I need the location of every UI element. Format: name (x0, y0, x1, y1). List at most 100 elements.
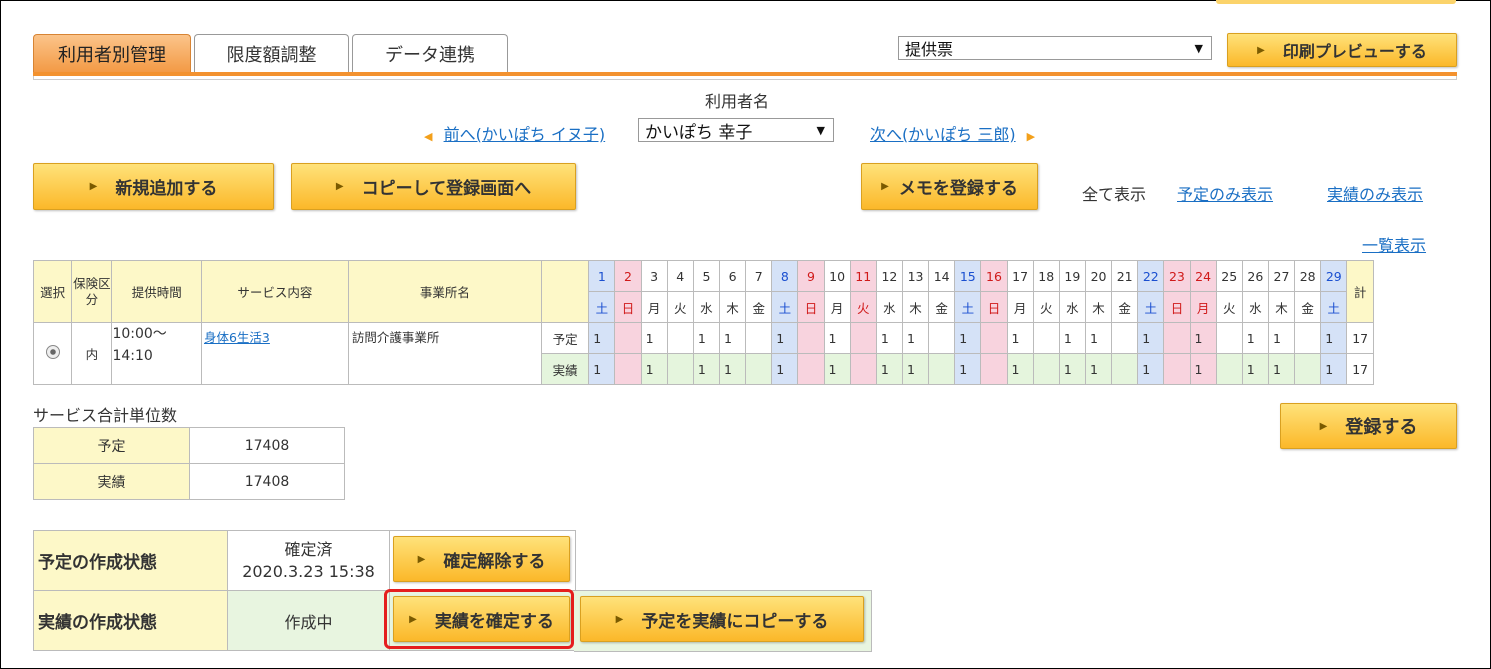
plan-only-filter[interactable]: 予定のみ表示 (1177, 181, 1273, 205)
tab-limit-adjust[interactable]: 限度額調整 (194, 34, 349, 72)
summary-plan-label: 予定 (33, 427, 190, 464)
actual-day-cell[interactable] (797, 353, 825, 385)
plan-day-cell[interactable] (849, 322, 877, 354)
actual-only-filter[interactable]: 実績のみ表示 (1327, 181, 1423, 205)
actual-day-cell[interactable]: 1 (1084, 353, 1113, 385)
plan-day-cell[interactable]: 1 (1058, 322, 1086, 354)
actual-day-cell[interactable] (1215, 353, 1243, 385)
print-type-select[interactable]: 提供票 ▼ (898, 36, 1212, 60)
actual-day-cell[interactable] (928, 353, 956, 385)
plan-day-cell[interactable] (745, 322, 773, 354)
day-number: 8 (771, 260, 799, 292)
next-user-link[interactable]: 次へ(かいぽち 三郎) (870, 125, 1016, 144)
list-view-link[interactable]: 一覧表示 (1362, 232, 1426, 256)
plan-day-cell[interactable]: 1 (1137, 322, 1165, 354)
show-all-filter[interactable]: 全て表示 (1082, 181, 1146, 205)
weekday-label: 日 (980, 291, 1008, 323)
user-select[interactable]: かいぽち 幸子 ▼ (638, 118, 834, 143)
row-plan-total: 17 (1346, 322, 1374, 354)
tab-user-management[interactable]: 利用者別管理 (33, 34, 191, 72)
actual-day-cell[interactable] (1163, 353, 1191, 385)
plan-day-cell[interactable] (980, 322, 1008, 354)
weekday-label: 木 (718, 291, 747, 323)
actual-day-cell[interactable]: 1 (901, 353, 930, 385)
actual-day-cell[interactable]: 1 (1241, 353, 1269, 385)
actual-day-cell[interactable] (666, 353, 694, 385)
row-service-link[interactable]: 身体6生活3 (204, 330, 270, 345)
actual-status-label: 実績の作成状態 (33, 590, 228, 651)
plan-day-cell[interactable] (797, 322, 825, 354)
plan-day-cell[interactable] (928, 322, 956, 354)
plan-day-cell[interactable] (1111, 322, 1139, 354)
weekday-label: 土 (588, 291, 616, 323)
copy-register-button[interactable]: ▶ コピーして登録画面へ (291, 163, 576, 210)
plan-day-cell[interactable]: 1 (718, 322, 747, 354)
plan-day-cell[interactable] (1032, 322, 1060, 354)
plan-day-cell[interactable]: 1 (640, 322, 668, 354)
actual-day-cell[interactable]: 1 (1058, 353, 1086, 385)
unconfirm-button[interactable]: ▶ 確定解除する (393, 536, 570, 582)
plan-day-cell[interactable] (1215, 322, 1243, 354)
actual-day-cell[interactable]: 1 (1267, 353, 1296, 385)
actual-day-cell[interactable]: 1 (588, 353, 616, 385)
next-user-nav[interactable]: 次へ(かいぽち 三郎) ▶ (870, 121, 1035, 145)
plan-day-cell[interactable]: 1 (875, 322, 903, 354)
prev-user-link[interactable]: 前へ(かいぽち イヌ子) (444, 125, 606, 144)
plan-day-cell[interactable]: 1 (901, 322, 930, 354)
actual-day-cell[interactable] (1032, 353, 1060, 385)
chevron-down-icon: ▼ (816, 123, 825, 137)
actual-day-cell[interactable] (1294, 353, 1322, 385)
plan-day-cell[interactable] (1294, 322, 1322, 354)
weekday-label: 月 (1006, 291, 1034, 323)
plan-day-cell[interactable]: 1 (771, 322, 799, 354)
actual-day-cell[interactable]: 1 (875, 353, 903, 385)
actual-day-cell[interactable]: 1 (640, 353, 668, 385)
plan-day-cell[interactable]: 1 (954, 322, 982, 354)
memo-button[interactable]: ▶ メモを登録する (861, 163, 1038, 210)
actual-day-cell[interactable] (745, 353, 773, 385)
actual-day-cell[interactable]: 1 (718, 353, 747, 385)
day-number: 13 (901, 260, 930, 292)
actual-day-cell[interactable] (1111, 353, 1139, 385)
plan-day-cell[interactable] (666, 322, 694, 354)
plan-day-cell[interactable]: 1 (1320, 322, 1348, 354)
plan-day-cell[interactable] (1163, 322, 1191, 354)
day-number: 18 (1032, 260, 1060, 292)
copy-plan-to-actual-button[interactable]: ▶ 予定を実績にコピーする (580, 596, 864, 642)
actual-day-cell[interactable]: 1 (1320, 353, 1348, 385)
plan-day-cell[interactable]: 1 (1189, 322, 1217, 354)
actual-day-cell[interactable]: 1 (692, 353, 720, 385)
actual-day-cell[interactable] (614, 353, 642, 385)
actual-day-cell[interactable] (980, 353, 1008, 385)
print-preview-button[interactable]: ▶ 印刷プレビューする (1227, 33, 1457, 67)
tab-data-link[interactable]: データ連携 (352, 34, 508, 72)
plan-day-cell[interactable]: 1 (1006, 322, 1034, 354)
row-office: 訪問介護事業所 (347, 322, 543, 385)
actual-day-cell[interactable] (849, 353, 877, 385)
plan-status-cell: 確定済 2020.3.23 15:38 (227, 530, 390, 591)
day-number: 11 (849, 260, 877, 292)
plan-day-cell[interactable]: 1 (1084, 322, 1113, 354)
row-select-radio[interactable] (45, 345, 60, 359)
plan-day-cell[interactable]: 1 (1267, 322, 1296, 354)
plan-day-cell[interactable]: 1 (588, 322, 616, 354)
row-service-cell: 身体6生活3 (200, 322, 349, 385)
plan-day-cell[interactable]: 1 (823, 322, 851, 354)
add-new-button[interactable]: ▶ 新規追加する (33, 163, 274, 210)
prev-user-nav[interactable]: ◀ 前へ(かいぽち イヌ子) (424, 121, 605, 145)
chevron-right-icon: ▶ (881, 181, 889, 192)
day-number: 5 (692, 260, 720, 292)
col-header-time: 提供時間 (111, 260, 202, 323)
plan-day-cell[interactable]: 1 (692, 322, 720, 354)
actual-day-cell[interactable]: 1 (954, 353, 982, 385)
day-number: 7 (745, 260, 773, 292)
memo-label: メモを登録する (898, 179, 1018, 199)
plan-day-cell[interactable] (614, 322, 642, 354)
register-button[interactable]: ▶ 登録する (1280, 403, 1457, 449)
actual-day-cell[interactable]: 1 (823, 353, 851, 385)
actual-day-cell[interactable]: 1 (771, 353, 799, 385)
actual-day-cell[interactable]: 1 (1137, 353, 1165, 385)
plan-day-cell[interactable]: 1 (1241, 322, 1269, 354)
actual-day-cell[interactable]: 1 (1006, 353, 1034, 385)
actual-day-cell[interactable]: 1 (1189, 353, 1217, 385)
